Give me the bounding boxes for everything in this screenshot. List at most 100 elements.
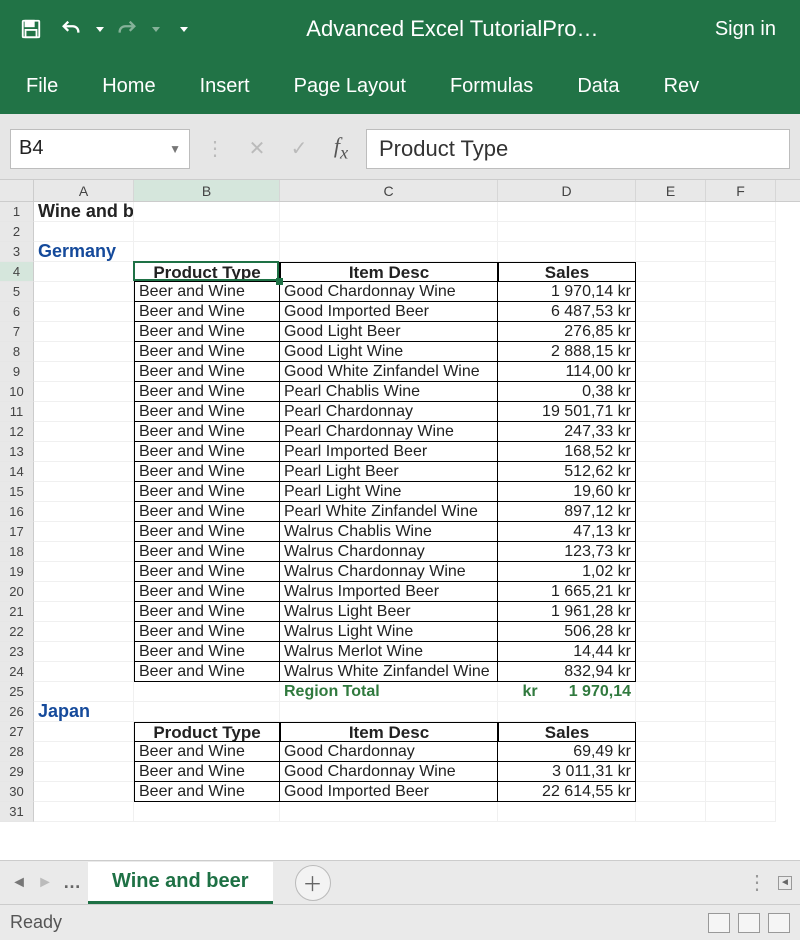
spreadsheet-grid[interactable]: A B C D E F 1Wine and beer sales by regi… — [0, 180, 800, 860]
row-header[interactable]: 7 — [0, 322, 34, 342]
cell[interactable]: Beer and Wine — [134, 562, 280, 582]
cell[interactable] — [636, 662, 706, 682]
row-header[interactable]: 2 — [0, 222, 34, 242]
cell[interactable] — [34, 302, 134, 322]
row-header[interactable]: 13 — [0, 442, 34, 462]
cell[interactable]: 506,28 kr — [498, 622, 636, 642]
sheet-tab-active[interactable]: Wine and beer — [88, 862, 273, 904]
formula-input[interactable]: Product Type — [366, 129, 790, 169]
cell[interactable]: 1,02 kr — [498, 562, 636, 582]
row-header[interactable]: 22 — [0, 622, 34, 642]
cell[interactable] — [34, 462, 134, 482]
cell[interactable] — [706, 502, 776, 522]
cell[interactable]: 832,94 kr — [498, 662, 636, 682]
cell[interactable] — [706, 482, 776, 502]
cell[interactable] — [636, 262, 706, 282]
cell[interactable] — [34, 382, 134, 402]
cell[interactable]: Region Total — [280, 682, 498, 702]
cell[interactable]: Beer and Wine — [134, 742, 280, 762]
cell[interactable]: Wine and beer sales by region — [34, 202, 134, 222]
cell[interactable]: 47,13 kr — [498, 522, 636, 542]
cell[interactable] — [706, 662, 776, 682]
cell[interactable] — [636, 362, 706, 382]
cell[interactable] — [706, 262, 776, 282]
cell[interactable] — [34, 522, 134, 542]
cell[interactable] — [636, 762, 706, 782]
cell[interactable] — [636, 622, 706, 642]
cell[interactable] — [636, 782, 706, 802]
cell[interactable] — [706, 302, 776, 322]
col-header-D[interactable]: D — [498, 180, 636, 201]
qat-customize-button[interactable] — [166, 12, 200, 46]
cell[interactable]: Beer and Wine — [134, 402, 280, 422]
cell[interactable] — [34, 422, 134, 442]
row-header[interactable]: 15 — [0, 482, 34, 502]
cell[interactable]: Beer and Wine — [134, 782, 280, 802]
row-header[interactable]: 8 — [0, 342, 34, 362]
cell[interactable]: Good Chardonnay Wine — [280, 762, 498, 782]
cell[interactable]: Good White Zinfandel Wine — [280, 362, 498, 382]
row-header[interactable]: 6 — [0, 302, 34, 322]
undo-dropdown-icon[interactable] — [96, 27, 104, 32]
cell[interactable] — [706, 762, 776, 782]
cell[interactable] — [636, 222, 706, 242]
col-header-B[interactable]: B — [134, 180, 280, 201]
row-header[interactable]: 4 — [0, 262, 34, 282]
cell[interactable]: Beer and Wine — [134, 502, 280, 522]
row-header[interactable]: 18 — [0, 542, 34, 562]
row-header[interactable]: 1 — [0, 202, 34, 222]
tab-overflow-button[interactable]: … — [60, 872, 84, 893]
cell[interactable]: Walrus Chardonnay — [280, 542, 498, 562]
cell[interactable]: Walrus Chardonnay Wine — [280, 562, 498, 582]
cell[interactable]: Good Chardonnay Wine — [280, 282, 498, 302]
cell[interactable] — [280, 802, 498, 822]
cell[interactable]: 19 501,71 kr — [498, 402, 636, 422]
cell[interactable] — [34, 442, 134, 462]
cell[interactable]: Beer and Wine — [134, 382, 280, 402]
cell[interactable]: Sales — [498, 722, 636, 742]
cell[interactable] — [636, 562, 706, 582]
cell[interactable]: Beer and Wine — [134, 422, 280, 442]
cell[interactable] — [34, 782, 134, 802]
cell[interactable] — [34, 482, 134, 502]
cell[interactable] — [636, 802, 706, 822]
cell[interactable] — [706, 582, 776, 602]
cell[interactable]: Japan — [34, 702, 134, 722]
tab-insert[interactable]: Insert — [182, 65, 268, 108]
cell[interactable] — [134, 682, 280, 702]
cell[interactable]: Walrus Imported Beer — [280, 582, 498, 602]
cell[interactable] — [34, 642, 134, 662]
cell[interactable] — [34, 742, 134, 762]
tab-formulas[interactable]: Formulas — [432, 65, 551, 108]
cell[interactable]: 897,12 kr — [498, 502, 636, 522]
cell[interactable] — [34, 222, 134, 242]
cell[interactable] — [636, 422, 706, 442]
cell[interactable] — [34, 322, 134, 342]
row-header[interactable]: 3 — [0, 242, 34, 262]
cell[interactable] — [706, 782, 776, 802]
cell[interactable] — [706, 282, 776, 302]
cell[interactable]: Beer and Wine — [134, 442, 280, 462]
cell[interactable] — [636, 482, 706, 502]
row-header[interactable]: 23 — [0, 642, 34, 662]
row-header[interactable]: 12 — [0, 422, 34, 442]
row-header[interactable]: 30 — [0, 782, 34, 802]
cell[interactable]: Beer and Wine — [134, 282, 280, 302]
cell[interactable] — [636, 502, 706, 522]
cell[interactable] — [498, 222, 636, 242]
undo-button[interactable] — [54, 12, 88, 46]
cell[interactable] — [280, 702, 498, 722]
cell[interactable]: Good Chardonnay — [280, 742, 498, 762]
cell[interactable] — [636, 722, 706, 742]
cell[interactable] — [498, 802, 636, 822]
cell[interactable] — [636, 742, 706, 762]
row-header[interactable]: 17 — [0, 522, 34, 542]
cell[interactable] — [280, 202, 498, 222]
cell[interactable]: Beer and Wine — [134, 522, 280, 542]
cell[interactable]: Walrus Light Beer — [280, 602, 498, 622]
cell[interactable]: 22 614,55 kr — [498, 782, 636, 802]
cell[interactable] — [706, 402, 776, 422]
cell[interactable] — [34, 542, 134, 562]
col-header-E[interactable]: E — [636, 180, 706, 201]
cell[interactable] — [34, 722, 134, 742]
